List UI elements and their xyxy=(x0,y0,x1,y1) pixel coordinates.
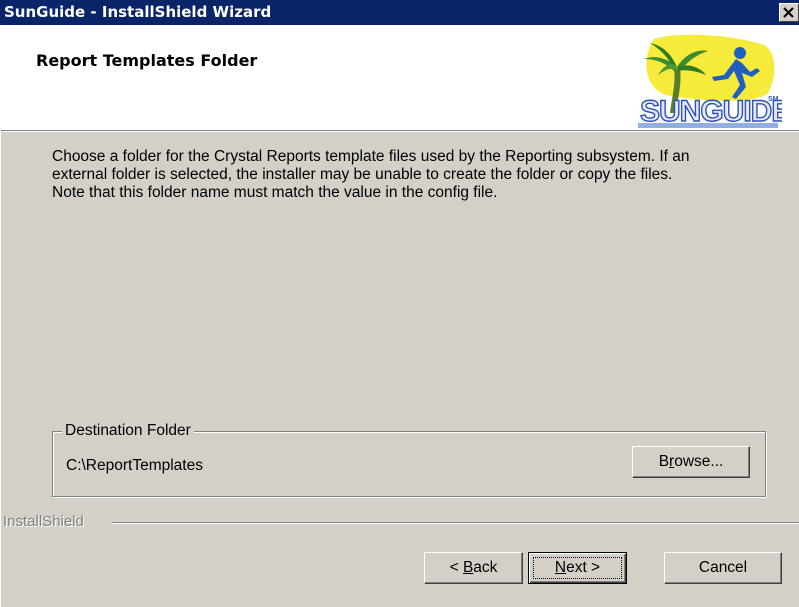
browse-label-pre: B xyxy=(658,453,670,470)
destination-folder-path: C:\ReportTemplates xyxy=(66,457,203,474)
close-icon xyxy=(783,7,794,18)
next-button[interactable]: Next > xyxy=(528,552,627,584)
footer-separator-highlight xyxy=(112,523,799,524)
svg-text:SM: SM xyxy=(768,96,779,103)
sunguide-logo: SUNGUIDE SM xyxy=(638,34,782,129)
back-label-mnemonic: B xyxy=(462,559,474,576)
instructions-paragraph-2: Note that this folder name must match th… xyxy=(52,184,498,201)
back-label-post: ack xyxy=(473,559,498,576)
title-bar[interactable]: SunGuide - InstallShield Wizard xyxy=(0,0,799,25)
header-banner: Report Templates Folder SUNGUIDE SM xyxy=(0,25,799,130)
browse-label-post: owse... xyxy=(674,453,724,470)
destination-folder-legend: Destination Folder xyxy=(62,422,194,440)
page-title: Report Templates Folder xyxy=(36,51,258,70)
cancel-button[interactable]: Cancel xyxy=(664,552,782,584)
back-button[interactable]: < Back xyxy=(424,552,523,584)
back-label-pre: < xyxy=(449,559,463,576)
close-button[interactable] xyxy=(779,3,799,22)
next-label-post: ext > xyxy=(566,559,601,576)
window-title: SunGuide - InstallShield Wizard xyxy=(4,3,272,21)
banner-separator-highlight xyxy=(0,131,799,132)
installshield-wizard-window: SunGuide - InstallShield Wizard Report T… xyxy=(0,0,799,607)
window-edge xyxy=(0,25,1,607)
browse-button[interactable]: Browse... xyxy=(632,446,750,478)
instructions-paragraph-1: Choose a folder for the Crystal Reports … xyxy=(52,148,690,183)
next-label-mnemonic: N xyxy=(554,559,567,576)
instructions-text: Choose a folder for the Crystal Reports … xyxy=(52,148,742,202)
installshield-brand-label: InstallShield xyxy=(3,513,88,530)
